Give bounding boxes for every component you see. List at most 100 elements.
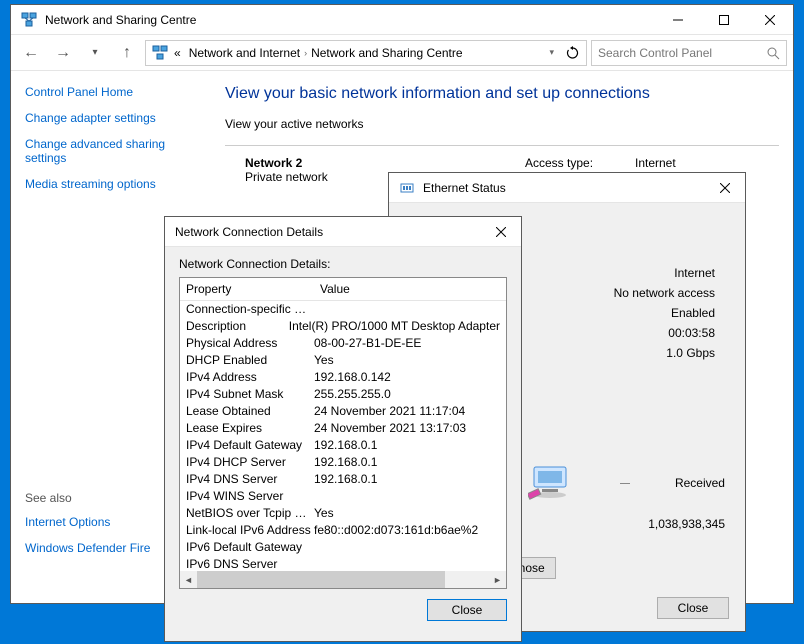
minimize-button[interactable] — [655, 5, 701, 35]
chevron-right-icon: › — [304, 48, 307, 58]
ethernet-icon — [399, 180, 415, 196]
property-cell: IPv4 WINS Server — [186, 488, 314, 505]
value-cell — [314, 539, 500, 556]
connection-details-window: Network Connection Details Network Conne… — [164, 216, 522, 642]
value-cell — [314, 301, 500, 318]
control-panel-home-link[interactable]: Control Panel Home — [25, 85, 197, 99]
col-property[interactable]: Property — [180, 278, 314, 300]
back-button[interactable]: ← — [17, 39, 45, 67]
toolbar: ← → ▾ ↑ « Network and Internet › Network… — [11, 35, 793, 71]
details-row[interactable]: IPv6 Default Gateway — [180, 539, 506, 556]
ipv4-connectivity: Internet — [614, 263, 715, 283]
ipv6-connectivity: No network access — [614, 283, 715, 303]
speed: 1.0 Gbps — [614, 343, 715, 363]
property-cell: Lease Obtained — [186, 403, 314, 420]
value-cell — [314, 488, 500, 505]
scroll-thumb[interactable] — [197, 571, 445, 588]
property-cell: IPv4 DNS Server — [186, 471, 314, 488]
forward-button[interactable]: → — [49, 39, 77, 67]
value-cell: 08-00-27-B1-DE-EE — [314, 335, 500, 352]
details-row[interactable]: Connection-specific DN... — [180, 301, 506, 318]
value-cell: Intel(R) PRO/1000 MT Desktop Adapter — [289, 318, 500, 335]
ethernet-close-button[interactable]: Close — [657, 597, 729, 619]
search-placeholder: Search Control Panel — [598, 46, 766, 60]
breadcrumb-root[interactable]: « — [174, 46, 181, 60]
details-close-icon[interactable] — [481, 217, 521, 247]
sidebar-item-adapter[interactable]: Change adapter settings — [25, 111, 197, 125]
search-input[interactable]: Search Control Panel — [591, 40, 787, 66]
property-cell: IPv4 Subnet Mask — [186, 386, 314, 403]
scroll-left-icon[interactable]: ◄ — [180, 571, 197, 588]
details-row[interactable]: IPv4 WINS Server — [180, 488, 506, 505]
details-row[interactable]: IPv4 Default Gateway192.168.0.1 — [180, 437, 506, 454]
value-cell: Yes — [314, 505, 500, 522]
details-row[interactable]: NetBIOS over Tcpip En...Yes — [180, 505, 506, 522]
recent-dropdown[interactable]: ▾ — [81, 39, 109, 67]
maximize-button[interactable] — [701, 5, 747, 35]
property-cell: IPv4 Address — [186, 369, 314, 386]
property-cell: IPv4 DHCP Server — [186, 454, 314, 471]
search-icon — [766, 46, 780, 60]
details-row[interactable]: IPv4 Address192.168.0.142 — [180, 369, 506, 386]
ethernet-status-values: Internet No network access Enabled 00:03… — [614, 263, 715, 363]
value-cell: 192.168.0.1 — [314, 471, 500, 488]
window-controls — [655, 5, 793, 35]
bytes-received: 1,038,938,345 — [648, 517, 725, 531]
horizontal-scrollbar[interactable]: ◄ ► — [180, 571, 506, 588]
page-heading: View your basic network information and … — [225, 85, 779, 103]
value-cell: Yes — [314, 352, 500, 369]
address-bar[interactable]: « Network and Internet › Network and Sha… — [145, 40, 587, 66]
computer-icon — [526, 463, 574, 503]
value-cell: 192.168.0.1 — [314, 437, 500, 454]
property-cell: IPv4 Default Gateway — [186, 437, 314, 454]
property-cell: IPv6 Default Gateway — [186, 539, 314, 556]
property-cell: Lease Expires — [186, 420, 314, 437]
details-row[interactable]: IPv4 Subnet Mask255.255.255.0 — [180, 386, 506, 403]
details-row[interactable]: DescriptionIntel(R) PRO/1000 MT Desktop … — [180, 318, 506, 335]
titlebar: Network and Sharing Centre — [11, 5, 793, 35]
chevron-down-icon[interactable]: ▾ — [549, 47, 554, 58]
breadcrumb-parent[interactable]: Network and Internet — [189, 46, 300, 60]
details-title: Network Connection Details — [165, 225, 481, 239]
property-cell: DHCP Enabled — [186, 352, 314, 369]
ethernet-close-icon[interactable] — [705, 173, 745, 203]
duration: 00:03:58 — [614, 323, 715, 343]
active-networks-label: View your active networks — [225, 117, 779, 131]
breadcrumb-current[interactable]: Network and Sharing Centre — [311, 46, 462, 60]
details-row[interactable]: DHCP EnabledYes — [180, 352, 506, 369]
received-label: Received — [675, 476, 725, 490]
value-cell: 255.255.255.0 — [314, 386, 500, 403]
details-row[interactable]: IPv4 DNS Server192.168.0.1 — [180, 471, 506, 488]
details-row[interactable]: Lease Obtained24 November 2021 11:17:04 — [180, 403, 506, 420]
details-close-button[interactable]: Close — [427, 599, 507, 621]
details-row[interactable]: IPv4 DHCP Server192.168.0.1 — [180, 454, 506, 471]
details-list[interactable]: Property Value Connection-specific DN...… — [179, 277, 507, 589]
property-cell: Description — [186, 318, 289, 335]
network-center-icon — [152, 45, 168, 61]
property-cell: Connection-specific DN... — [186, 301, 314, 318]
details-row[interactable]: Link-local IPv6 Addressfe80::d002:d073:1… — [180, 522, 506, 539]
details-row[interactable]: Lease Expires24 November 2021 13:17:03 — [180, 420, 506, 437]
value-cell: 24 November 2021 13:17:03 — [314, 420, 500, 437]
property-cell: Link-local IPv6 Address — [186, 522, 314, 539]
property-cell: Physical Address — [186, 335, 314, 352]
ethernet-title: Ethernet Status — [423, 181, 705, 195]
details-row[interactable]: Physical Address08-00-27-B1-DE-EE — [180, 335, 506, 352]
col-value[interactable]: Value — [314, 278, 506, 300]
sidebar-item-streaming[interactable]: Media streaming options — [25, 177, 197, 191]
close-button[interactable] — [747, 5, 793, 35]
up-button[interactable]: ↑ — [113, 39, 141, 67]
network-name: Network 2 — [245, 156, 525, 170]
network-center-icon — [21, 12, 37, 28]
value-cell: 192.168.0.142 — [314, 369, 500, 386]
sidebar-item-sharing[interactable]: Change advanced sharing settings — [25, 137, 197, 165]
media-state: Enabled — [614, 303, 715, 323]
details-label: Network Connection Details: — [179, 257, 507, 271]
refresh-icon[interactable] — [566, 46, 580, 60]
value-cell: 24 November 2021 11:17:04 — [314, 403, 500, 420]
window-title: Network and Sharing Centre — [45, 13, 655, 27]
value-cell: 192.168.0.1 — [314, 454, 500, 471]
property-cell: NetBIOS over Tcpip En... — [186, 505, 314, 522]
scroll-right-icon[interactable]: ► — [489, 571, 506, 588]
value-cell: fe80::d002:d073:161d:b6ae%2 — [314, 522, 500, 539]
